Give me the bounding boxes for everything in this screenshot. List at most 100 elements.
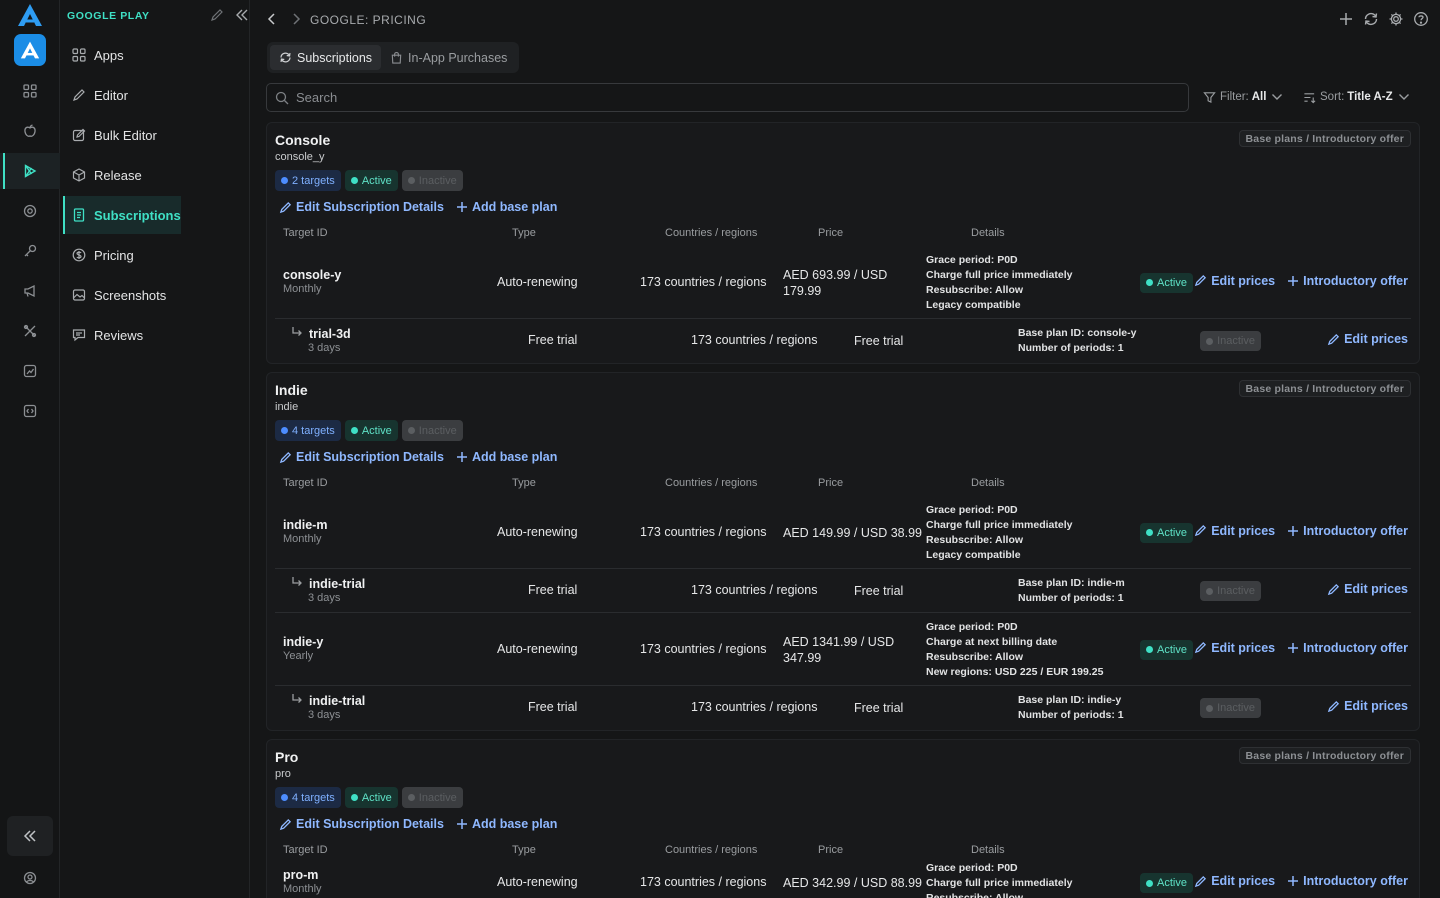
introductory-offer-button[interactable]: Introductory offer: [1287, 274, 1408, 288]
edit-subscription-details-button[interactable]: Edit Subscription Details: [279, 815, 444, 833]
introductory-offer-button[interactable]: Introductory offer: [1287, 874, 1408, 888]
plus-icon[interactable]: [1338, 11, 1354, 30]
status-dot: [350, 794, 358, 801]
search-box: [266, 83, 1189, 112]
brand-logo-icon[interactable]: [17, 3, 43, 27]
status-text: Inactive: [1217, 335, 1255, 347]
regions-cell: 173 countries / regions: [691, 700, 818, 714]
edit-prices-button[interactable]: Edit prices: [1194, 641, 1275, 655]
sidebar-item-screenshots[interactable]: Screenshots: [63, 276, 249, 314]
detail-line: Resubscribe: Allow: [926, 533, 1024, 546]
details-cell: Grace period: P0D Charge full price immed…: [926, 503, 1072, 563]
sidebar-item-apps[interactable]: Apps: [63, 36, 249, 74]
edit-subscription-details-button[interactable]: Edit Subscription Details: [279, 198, 444, 216]
sidebar-item-editor[interactable]: Editor: [63, 76, 249, 114]
detail-line: Charge full price immediately: [926, 268, 1073, 281]
edit-subscription-details-button-label: Edit Subscription Details: [296, 450, 444, 464]
regions-cell: 173 countries / regions: [691, 583, 818, 597]
edit-prices-button[interactable]: Edit prices: [1327, 699, 1408, 713]
analytics-icon[interactable]: [0, 353, 60, 389]
column-header: Price: [818, 844, 844, 856]
apple-icon[interactable]: [0, 113, 60, 149]
tools-icon[interactable]: [0, 313, 60, 349]
app-store-icon[interactable]: [14, 34, 46, 66]
details-cell: Base plan ID: indie-m Number of periods: …: [1018, 576, 1125, 606]
base-plan-row: indie-y Yearly Auto-renewing 173 countries …: [275, 613, 1411, 686]
sub-item-arrow-icon: [291, 326, 303, 341]
plus-icon: [456, 818, 468, 830]
active-badge-text: Active: [361, 424, 392, 437]
regions-cell: 173 countries / regions: [691, 333, 818, 347]
add-base-plan-button-label: Add base plan: [471, 817, 558, 831]
collapse-panel-icon[interactable]: [235, 8, 249, 25]
details-cell: Base plan ID: console-y Number of periods…: [1018, 326, 1136, 356]
edit-prices-button[interactable]: Edit prices: [1327, 332, 1408, 346]
add-base-plan-button[interactable]: Add base plan: [456, 815, 557, 833]
edit-prices-button[interactable]: Edit prices: [1327, 582, 1408, 596]
base-plan-row: console-y Monthly Auto-renewing 173 countri…: [275, 246, 1411, 319]
tab-subscriptions[interactable]: Subscriptions: [270, 45, 382, 70]
price-cell: AED 1341.99 / USD 347.99: [783, 634, 894, 666]
sidebar-item-release[interactable]: Release: [63, 156, 249, 194]
pencil-icon: [279, 201, 292, 214]
introductory-offer-button[interactable]: Introductory offer: [1287, 641, 1408, 655]
subscription-card: Indie indie Base plans / Introductory offe…: [266, 372, 1420, 731]
add-base-plan-button[interactable]: Add base plan: [456, 198, 557, 216]
sidebar-item-subscriptions[interactable]: Subscriptions: [63, 196, 181, 234]
top-bar: GOOGLE: PRICING: [251, 0, 1440, 40]
detail-line: Resubscribe: Allow: [926, 650, 1024, 663]
user-account-icon[interactable]: [0, 866, 60, 890]
key-icon[interactable]: [0, 233, 60, 269]
sort-dropdown[interactable]: Sort: Title A-Z: [1303, 88, 1410, 106]
sort-icon: [1303, 91, 1316, 104]
back-arrow-icon[interactable]: [266, 12, 278, 29]
active-badge-text: Active: [361, 174, 392, 187]
refresh-icon[interactable]: [1363, 11, 1379, 30]
edit-prices-button[interactable]: Edit prices: [1194, 274, 1275, 288]
help-icon[interactable]: [1413, 11, 1429, 30]
detail-line: Base plan ID: indie-y: [1018, 694, 1122, 706]
collapse-sidebar-button[interactable]: [7, 816, 53, 856]
sidebar-item-reviews[interactable]: Reviews: [63, 316, 249, 354]
package-icon: [71, 167, 87, 183]
pencil-icon: [279, 451, 292, 464]
column-header: Countries / regions: [665, 477, 758, 489]
edit-pencil-icon[interactable]: [210, 8, 224, 25]
target-id-cell: pro-m Monthly: [283, 868, 322, 895]
edit-subscription-details-button[interactable]: Edit Subscription Details: [279, 448, 444, 466]
sidebar-item-pricing[interactable]: Pricing: [63, 236, 249, 274]
filter-dropdown[interactable]: Filter: All: [1203, 88, 1283, 106]
offer-row: indie-trial 3 days Free trial 173 countries…: [275, 569, 1411, 613]
sidebar-item-bulk-editor[interactable]: Bulk Editor: [63, 116, 249, 154]
target-icon[interactable]: [0, 193, 60, 229]
tab-label: Subscriptions: [297, 50, 373, 65]
row-actions: Edit prices: [1327, 332, 1408, 346]
sidebar-item-label: Screenshots: [94, 287, 167, 303]
code-icon[interactable]: [0, 393, 60, 429]
app-window: GOOGLE PLAY Apps Editor Bulk Editor Rele…: [0, 0, 1440, 898]
add-base-plan-button[interactable]: Add base plan: [456, 448, 557, 466]
column-header: Target ID: [283, 844, 328, 856]
status-dot: [350, 177, 358, 184]
rail-apps-icon[interactable]: [0, 73, 60, 109]
pricing-tabs: Subscriptions In-App Purchases: [267, 42, 520, 73]
introductory-offer-button[interactable]: Introductory offer: [1287, 524, 1408, 538]
pencil-icon: [1194, 641, 1207, 654]
detail-line: Grace period: P0D: [926, 253, 1018, 266]
megaphone-icon[interactable]: [0, 273, 60, 309]
card-actions: Edit Subscription Details Add base plan: [275, 198, 1411, 216]
tab-in-app-purchases[interactable]: In-App Purchases: [381, 45, 516, 70]
price-cell: AED 693.99 / USD 179.99: [783, 267, 887, 299]
plus-icon: [456, 451, 468, 463]
product-id: pro: [275, 768, 291, 780]
forward-arrow-icon[interactable]: [290, 12, 302, 29]
detail-line: New regions: USD 225 / EUR 199.25: [926, 665, 1104, 678]
type-cell: Auto-renewing: [497, 641, 578, 656]
gear-icon[interactable]: [1388, 11, 1404, 30]
search-input[interactable]: [296, 90, 1176, 105]
subscription-card: Pro pro Base plans / Introductory offer 4 t…: [266, 739, 1420, 898]
edit-prices-button[interactable]: Edit prices: [1194, 874, 1275, 888]
edit-prices-button[interactable]: Edit prices: [1194, 524, 1275, 538]
google-play-icon[interactable]: [0, 153, 60, 189]
card-actions: Edit Subscription Details Add base plan: [275, 448, 1411, 466]
